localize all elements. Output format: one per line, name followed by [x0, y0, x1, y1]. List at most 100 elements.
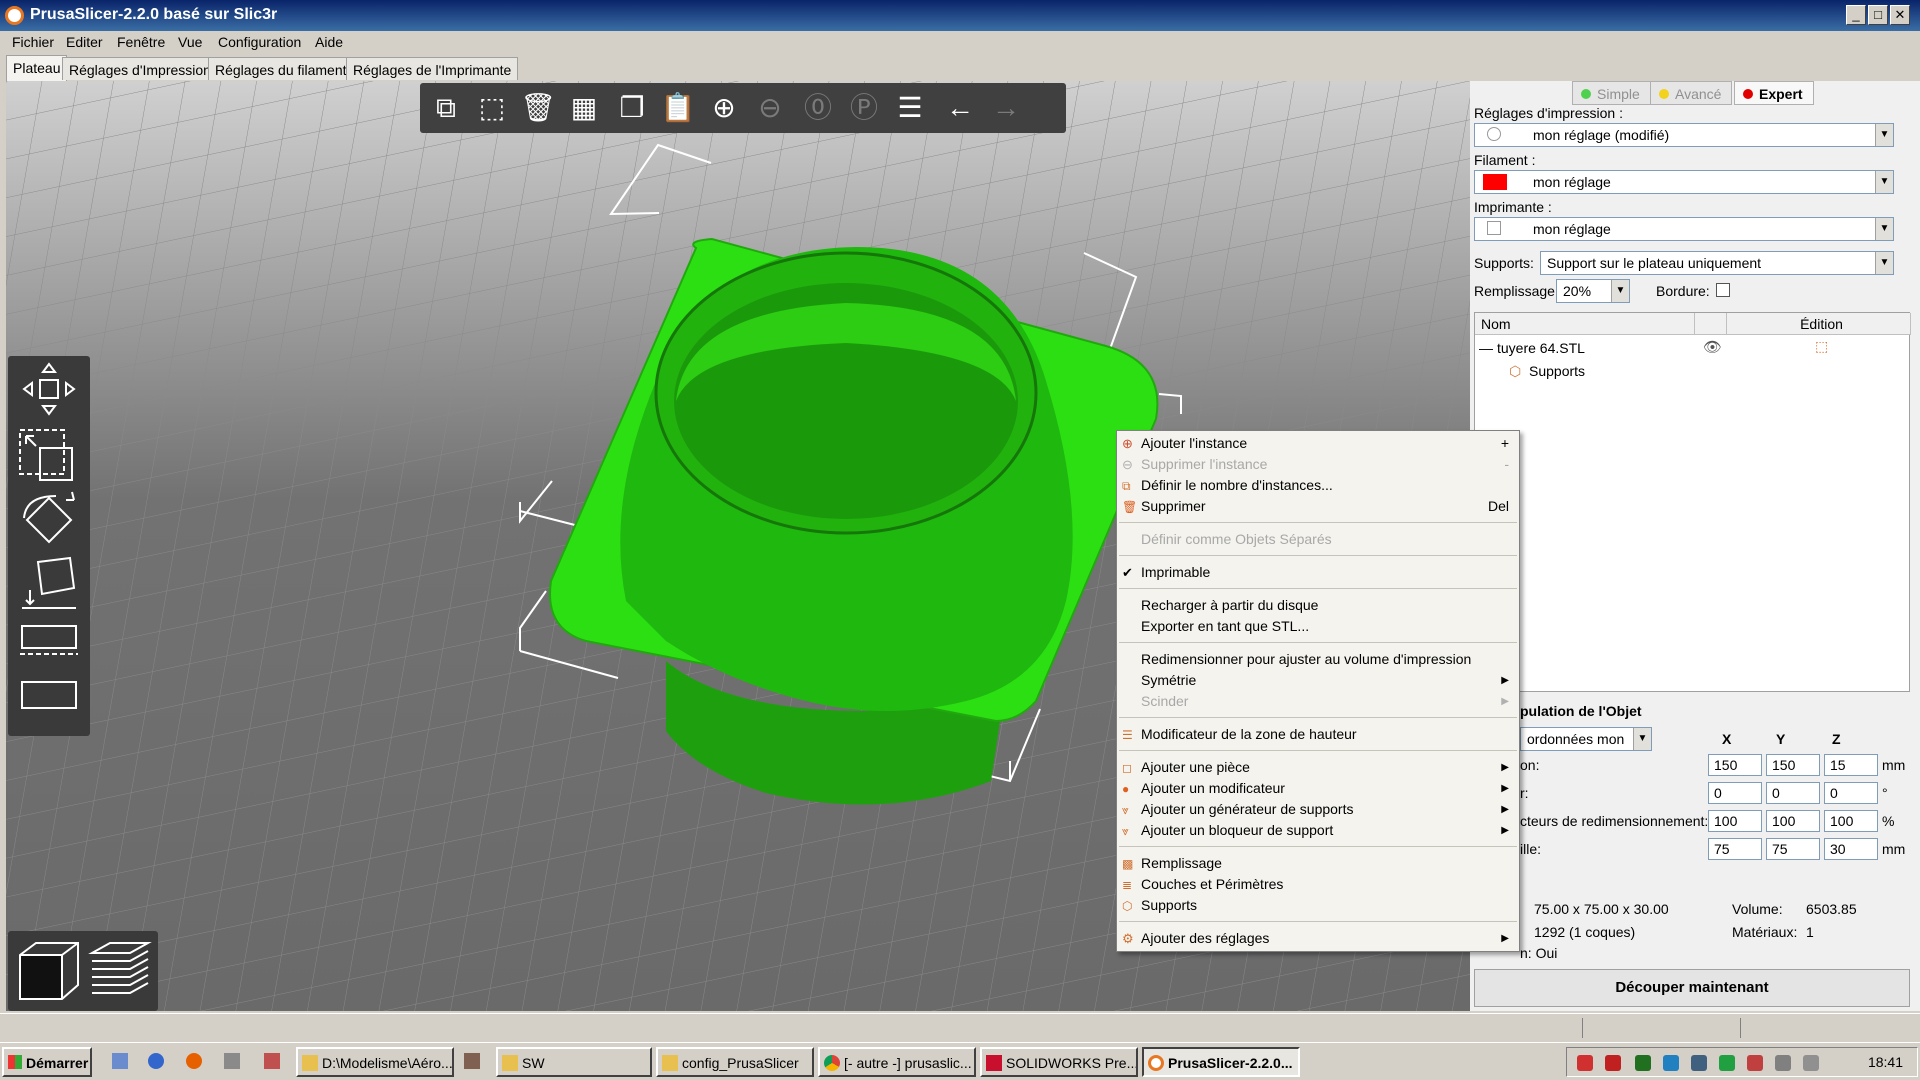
rotation-y-input[interactable]: 0	[1766, 782, 1820, 804]
3d-view-cube-icon[interactable]	[16, 939, 82, 1003]
supports-combo[interactable]: Support sur le plateau uniquement ▼	[1540, 251, 1894, 275]
filament-color-swatch[interactable]	[1483, 174, 1507, 190]
add-object-icon[interactable]: ⧉	[426, 89, 466, 127]
quicklaunch-app-icon[interactable]	[224, 1053, 240, 1069]
menu-item-supports[interactable]: Supports	[1141, 897, 1197, 913]
paste-icon[interactable]: 📋	[658, 89, 698, 127]
print-preset-combo[interactable]: mon réglage (modifié) ▼	[1474, 123, 1894, 147]
rotate-gizmo-icon[interactable]	[16, 490, 82, 548]
redo-arrow-icon[interactable]: →	[986, 89, 1026, 127]
window-titlebar[interactable]: PrusaSlicer-2.2.0 basé sur Slic3r _ □ ✕	[0, 0, 1920, 31]
size-z-input[interactable]: 30	[1824, 838, 1878, 860]
menu-fenetre[interactable]: Fenêtre	[117, 34, 165, 50]
tray-icon-4[interactable]	[1663, 1055, 1679, 1071]
menu-item-add-support-enforcer[interactable]: Ajouter un générateur de supports	[1141, 801, 1353, 817]
column-visibility[interactable]	[1695, 313, 1727, 335]
quicklaunch-misc-icon[interactable]	[464, 1053, 480, 1069]
preview-layers-icon[interactable]	[86, 939, 152, 1003]
menu-vue[interactable]: Vue	[178, 34, 202, 50]
rotation-z-input[interactable]: 0	[1824, 782, 1878, 804]
eye-icon[interactable]: 👁	[1703, 338, 1722, 356]
rotation-x-input[interactable]: 0	[1708, 782, 1762, 804]
scale-gizmo-icon[interactable]	[16, 426, 82, 484]
menu-item-mirror[interactable]: Symétrie	[1141, 672, 1196, 688]
size-x-input[interactable]: 75	[1708, 838, 1762, 860]
menu-item-add-support-blocker[interactable]: Ajouter un bloqueur de support	[1141, 822, 1333, 838]
task-config-prusaslicer[interactable]: config_PrusaSlicer	[656, 1047, 814, 1077]
filament-preset-combo[interactable]: mon réglage ▼	[1474, 170, 1894, 194]
task-explorer-modelisme[interactable]: D:\Modelisme\Aéro...	[296, 1047, 454, 1077]
menu-configuration[interactable]: Configuration	[218, 34, 301, 50]
edit-settings-icon[interactable]: ⬚	[1815, 338, 1828, 355]
column-edit[interactable]: Édition	[1727, 313, 1911, 335]
menu-fichier[interactable]: Fichier	[12, 34, 54, 50]
child-row-supports[interactable]: Supports	[1529, 363, 1585, 379]
printer-preset-combo[interactable]: mon réglage ▼	[1474, 217, 1894, 241]
quicklaunch-firefox-icon[interactable]	[186, 1053, 202, 1069]
coordinates-combo[interactable]: ordonnées mon ▼	[1520, 727, 1652, 751]
undo-arrow-icon[interactable]: ←	[940, 89, 980, 127]
delete-all-icon[interactable]: 🗑	[518, 89, 558, 127]
mode-expert-button[interactable]: Expert	[1734, 81, 1814, 105]
menu-item-printable[interactable]: Imprimable	[1141, 564, 1210, 580]
infill-combo[interactable]: 20% ▼	[1556, 279, 1630, 303]
menu-item-height-range-modifier[interactable]: Modificateur de la zone de hauteur	[1141, 726, 1357, 742]
menu-item-remove-instance[interactable]: Supprimer l'instance	[1141, 456, 1267, 472]
mode-advanced-button[interactable]: Avancé	[1650, 81, 1733, 105]
split-to-parts-icon[interactable]: Ⓟ	[844, 89, 884, 127]
scale-x-input[interactable]: 100	[1708, 810, 1762, 832]
position-z-input[interactable]: 15	[1824, 754, 1878, 776]
maximize-button[interactable]: □	[1868, 5, 1888, 25]
menu-item-split[interactable]: Scinder	[1141, 693, 1188, 709]
copy-icon[interactable]: ❐	[612, 89, 652, 127]
start-button[interactable]: Démarrer	[2, 1047, 92, 1077]
menu-item-layers-perimeters[interactable]: Couches et Périmètres	[1141, 876, 1283, 892]
delete-object-icon[interactable]: ⬚	[472, 89, 512, 127]
add-instance-icon[interactable]: ⊕	[704, 89, 744, 127]
task-sw-folder[interactable]: SW	[496, 1047, 652, 1077]
volume-icon[interactable]	[1803, 1055, 1819, 1071]
menu-aide[interactable]: Aide	[315, 34, 343, 50]
menu-item-delete[interactable]: Supprimer	[1141, 498, 1206, 514]
menu-item-scale-to-volume[interactable]: Redimensionner pour ajuster au volume d'…	[1141, 651, 1471, 667]
menu-item-add-part[interactable]: Ajouter une pièce	[1141, 759, 1250, 775]
position-x-input[interactable]: 150	[1708, 754, 1762, 776]
object-list[interactable]: Nom Édition — tuyere 64.STL 👁 ⬚ ⬡ Suppor…	[1474, 312, 1911, 692]
tray-icon-7[interactable]	[1747, 1055, 1763, 1071]
tray-icon-2[interactable]	[1605, 1055, 1621, 1071]
menu-item-infill[interactable]: Remplissage	[1141, 855, 1222, 871]
support-paint-icon[interactable]	[16, 668, 82, 726]
tab-filament-settings[interactable]: Réglages du filament	[208, 57, 354, 80]
tray-icon-3[interactable]	[1635, 1055, 1651, 1071]
task-prusaslicer[interactable]: PrusaSlicer-2.2.0...	[1142, 1047, 1300, 1077]
remove-instance-icon[interactable]: ⊖	[750, 89, 790, 127]
layers-editing-icon[interactable]: ☰	[890, 89, 930, 127]
menu-item-export-stl[interactable]: Exporter en tant que STL...	[1141, 618, 1309, 634]
scale-y-input[interactable]: 100	[1766, 810, 1820, 832]
tray-icon-5[interactable]	[1691, 1055, 1707, 1071]
quicklaunch-desktop-icon[interactable]	[112, 1053, 128, 1069]
task-solidworks[interactable]: SOLIDWORKS Pre...	[980, 1047, 1138, 1077]
menu-item-add-settings[interactable]: Ajouter des réglages	[1141, 930, 1269, 946]
close-button[interactable]: ✕	[1890, 5, 1910, 25]
tab-plateau[interactable]: Plateau	[6, 55, 68, 81]
menu-item-add-instance[interactable]: Ajouter l'instance	[1141, 435, 1247, 451]
tray-icon-1[interactable]	[1577, 1055, 1593, 1071]
menu-item-add-modifier[interactable]: Ajouter un modificateur	[1141, 780, 1285, 796]
split-to-objects-icon[interactable]: ⓪	[798, 89, 838, 127]
task-chrome[interactable]: [- autre -] prusaslic...	[818, 1047, 976, 1077]
size-y-input[interactable]: 75	[1766, 838, 1820, 860]
menu-editer[interactable]: Editer	[66, 34, 103, 50]
position-y-input[interactable]: 150	[1766, 754, 1820, 776]
tab-print-settings[interactable]: Réglages d'Impression	[62, 57, 218, 80]
tree-collapse-icon[interactable]: —	[1479, 340, 1493, 356]
minimize-button[interactable]: _	[1846, 5, 1866, 25]
column-name[interactable]: Nom	[1475, 313, 1695, 335]
tray-icon-6[interactable]	[1719, 1055, 1735, 1071]
scale-z-input[interactable]: 100	[1824, 810, 1878, 832]
menu-item-reload-from-disk[interactable]: Recharger à partir du disque	[1141, 597, 1318, 613]
mode-simple-button[interactable]: Simple	[1572, 81, 1651, 105]
object-row-name[interactable]: tuyere 64.STL	[1497, 340, 1585, 356]
quicklaunch-ie-icon[interactable]	[148, 1053, 164, 1069]
place-on-face-icon[interactable]	[16, 554, 82, 612]
